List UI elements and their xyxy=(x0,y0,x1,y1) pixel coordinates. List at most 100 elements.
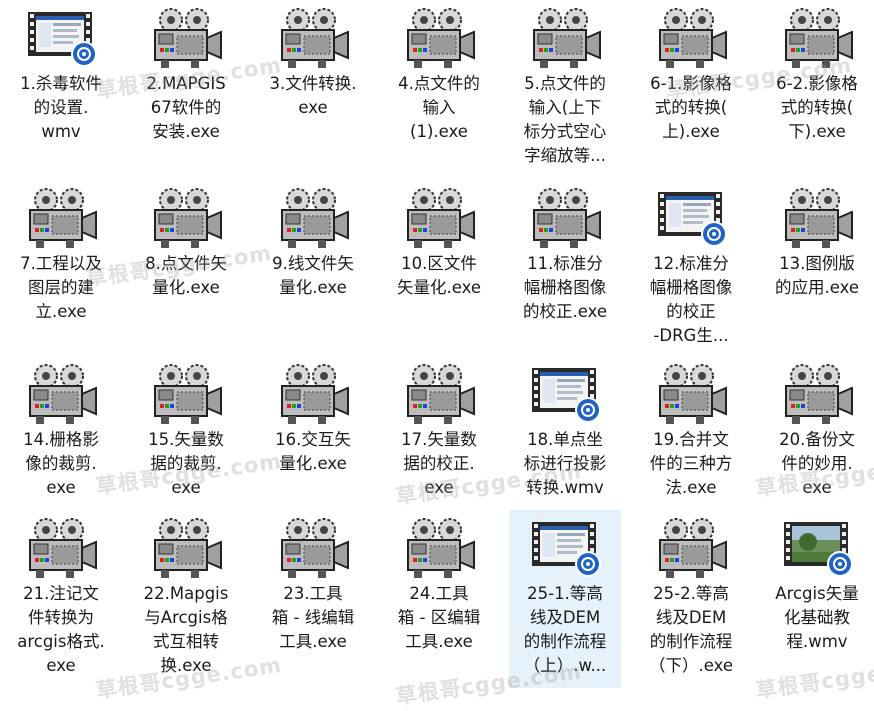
file-name-line: 工具.exe xyxy=(405,632,473,651)
file-name-line: 2.MAPGIS xyxy=(146,74,226,93)
file-name-line: 式互相转 xyxy=(153,632,219,651)
video-camera-exe-icon xyxy=(22,186,100,252)
file-name-line: exe xyxy=(802,478,832,497)
file-item[interactable]: 4.点文件的 输入 (1).exe xyxy=(383,0,495,178)
file-item[interactable]: 25-2.等高 线及DEM 的制作流程 （下）.exe xyxy=(635,510,747,688)
file-item[interactable]: 9.线文件矢 量化.exe xyxy=(257,180,369,358)
file-item[interactable]: 19.合并文 件的三种方 法.exe xyxy=(635,356,747,534)
video-camera-exe-icon xyxy=(147,186,225,252)
wmv-video-file-icon xyxy=(652,186,730,252)
file-item[interactable]: 18.单点坐 标进行投影 转换.wmv xyxy=(509,356,621,534)
file-item[interactable]: 23.工具箱 - 线编辑 工具.exe xyxy=(257,510,369,688)
video-camera-exe-icon xyxy=(274,186,352,252)
file-item[interactable]: 6-2.影像格 式的转换(下).exe xyxy=(761,0,873,178)
video-camera-exe-icon xyxy=(400,6,478,72)
file-name-line: 图层的建 xyxy=(28,278,94,297)
file-name-line: exe xyxy=(46,478,76,497)
file-name-line: 的校正.exe xyxy=(522,302,607,321)
file-item[interactable]: 1.杀毒软件 的设置. wmv xyxy=(5,0,117,178)
file-name-label: 16.交互矢 量化.exe xyxy=(259,428,367,476)
file-name-label: 15.矢量数 据的裁剪. exe xyxy=(132,428,240,500)
file-name-label: 17.矢量数 据的校正. exe xyxy=(385,428,493,500)
file-item[interactable]: 20.备份文 件的妙用. exe xyxy=(761,356,873,534)
file-grid: 1.杀毒软件 的设置. wmv 2.MAPGIS 67软件的 安装.exe 3.文件转换… xyxy=(0,0,874,711)
file-name-line: 67软件的 xyxy=(150,98,222,117)
video-camera-exe-icon xyxy=(274,516,352,582)
file-name-label: 11.标准分 幅栅格图像 的校正.exe xyxy=(511,252,619,324)
file-name-line: 程.wmv xyxy=(786,632,848,651)
file-name-line: （下）.exe xyxy=(648,656,733,675)
file-name-label: 4.点文件的 输入 (1).exe xyxy=(385,72,493,144)
file-name-line: exe xyxy=(298,98,328,117)
file-name-line: Arcgis矢量 xyxy=(775,584,859,603)
file-name-line: 17.矢量数 xyxy=(401,430,477,449)
file-name-line: 转换.wmv xyxy=(526,478,604,497)
video-camera-exe-icon xyxy=(400,186,478,252)
video-camera-exe-icon xyxy=(778,362,856,428)
file-name-line: 幅栅格图像 xyxy=(523,278,607,297)
video-camera-exe-icon xyxy=(147,362,225,428)
file-name-line: 的应用.exe xyxy=(774,278,859,297)
file-name-line: 件的妙用. xyxy=(781,454,853,473)
file-item[interactable]: 11.标准分 幅栅格图像 的校正.exe xyxy=(509,180,621,358)
file-name-line: 化基础教 xyxy=(784,608,850,627)
file-name-line: 25-1.等高 xyxy=(527,584,603,603)
file-item[interactable]: 10.区文件 矢量化.exe xyxy=(383,180,495,358)
file-name-label: 22.Mapgis 与Arcgis格 式互相转 换.exe xyxy=(132,582,240,678)
file-name-label: 13.图例版 的应用.exe xyxy=(763,252,871,300)
file-name-label: 6-1.影像格 式的转换(上).exe xyxy=(637,72,745,144)
file-name-line: 线及DEM xyxy=(655,608,727,627)
file-name-label: 9.线文件矢 量化.exe xyxy=(259,252,367,300)
file-name-label: 10.区文件 矢量化.exe xyxy=(385,252,493,300)
file-name-line: 7.工程以及 xyxy=(20,254,102,273)
file-item[interactable]: 7.工程以及 图层的建立.exe xyxy=(5,180,117,358)
file-name-label: 5.点文件的 输入(上下 标分式空心 字缩放等... xyxy=(511,72,619,168)
video-camera-exe-icon xyxy=(652,6,730,72)
file-name-label: 18.单点坐 标进行投影 转换.wmv xyxy=(511,428,619,500)
video-camera-exe-icon xyxy=(526,6,604,72)
file-name-line: 字缩放等... xyxy=(524,146,606,165)
video-camera-exe-icon xyxy=(526,186,604,252)
file-name-label: 3.文件转换. exe xyxy=(259,72,367,120)
file-name-line: 幅栅格图像 xyxy=(649,278,733,297)
file-name-line: 的设置. xyxy=(33,98,89,117)
video-camera-exe-icon xyxy=(778,6,856,72)
file-name-line: 据的校正. xyxy=(403,454,475,473)
file-name-line: 法.exe xyxy=(665,478,717,497)
wmv-video-thumbnail-icon xyxy=(778,516,856,582)
file-item[interactable]: 13.图例版 的应用.exe xyxy=(761,180,873,358)
file-item[interactable]: 5.点文件的 输入(上下 标分式空心 字缩放等... xyxy=(509,0,621,178)
file-item[interactable]: 12.标准分 幅栅格图像 的校正 -DRG生... xyxy=(635,180,747,358)
file-item[interactable]: 3.文件转换. exe xyxy=(257,0,369,178)
video-camera-exe-icon xyxy=(652,362,730,428)
file-item[interactable]: 24.工具箱 - 区编辑 工具.exe xyxy=(383,510,495,688)
file-name-line: 件的三种方 xyxy=(649,454,733,473)
file-item[interactable]: 14.栅格影 像的裁剪. exe xyxy=(5,356,117,534)
file-name-label: 24.工具箱 - 区编辑 工具.exe xyxy=(385,582,493,654)
file-name-line: 1.杀毒软件 xyxy=(20,74,102,93)
file-name-line: 上).exe xyxy=(662,122,720,141)
file-item[interactable]: Arcgis矢量 化基础教程.wmv xyxy=(761,510,873,688)
file-name-line: 3.文件转换. xyxy=(269,74,357,93)
file-name-line: 箱 - 区编辑 xyxy=(397,608,481,627)
file-name-line: 22.Mapgis xyxy=(143,584,229,603)
file-name-line: 24.工具 xyxy=(409,584,469,603)
file-name-line: 6-1.影像格 xyxy=(650,74,732,93)
file-name-line: 下).exe xyxy=(788,122,846,141)
file-name-label: 20.备份文 件的妙用. exe xyxy=(763,428,871,500)
file-item[interactable]: 2.MAPGIS 67软件的 安装.exe xyxy=(130,0,242,178)
file-name-line: 23.工具 xyxy=(283,584,343,603)
file-item[interactable]: 8.点文件矢 量化.exe xyxy=(130,180,242,358)
file-item[interactable]: 6-1.影像格 式的转换(上).exe xyxy=(635,0,747,178)
file-name-line: 8.点文件矢 xyxy=(145,254,227,273)
file-item[interactable]: 15.矢量数 据的裁剪. exe xyxy=(130,356,242,534)
file-item[interactable]: 22.Mapgis 与Arcgis格 式互相转 换.exe xyxy=(130,510,242,688)
file-item[interactable]: 21.注记文 件转换为 arcgis格式. exe xyxy=(5,510,117,688)
file-item[interactable]: 16.交互矢 量化.exe xyxy=(257,356,369,534)
file-name-line: 立.exe xyxy=(35,302,87,321)
file-name-label: 19.合并文 件的三种方 法.exe xyxy=(637,428,745,500)
file-name-line: 4.点文件的 xyxy=(398,74,480,93)
file-name-label: 7.工程以及 图层的建立.exe xyxy=(7,252,115,324)
file-item[interactable]: 17.矢量数 据的校正. exe xyxy=(383,356,495,534)
file-item[interactable]: 25-1.等高 线及DEM 的制作流程 （上）.w... xyxy=(509,510,621,688)
